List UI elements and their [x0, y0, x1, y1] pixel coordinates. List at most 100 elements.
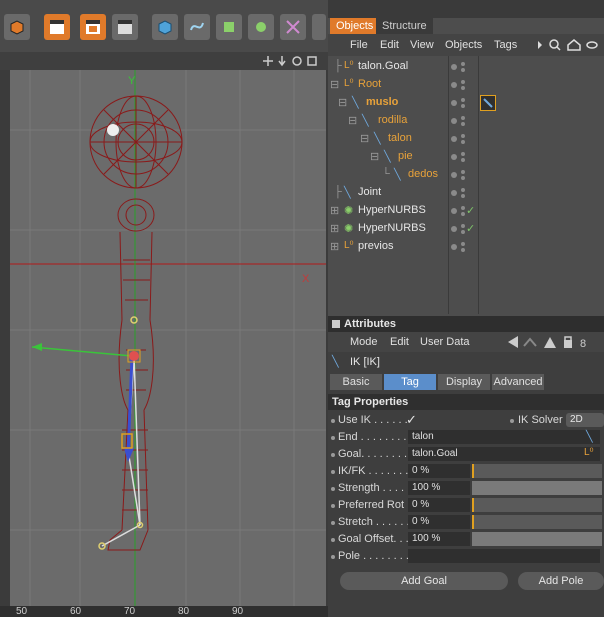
tab-advanced[interactable]: Advanced: [492, 374, 544, 390]
end-link-field[interactable]: talon: [408, 430, 600, 444]
tab-structure[interactable]: Structure: [376, 18, 433, 34]
menu-view[interactable]: View: [410, 39, 434, 51]
enabled-check-icon[interactable]: ✓: [466, 204, 475, 217]
stretch-slider[interactable]: [472, 515, 602, 529]
objects-menu-bar: File Edit View Objects Tags: [328, 34, 604, 56]
goal-link-field[interactable]: talon.Goal: [408, 447, 600, 461]
tab-basic[interactable]: Basic: [330, 374, 382, 390]
tab-tag[interactable]: Tag: [384, 374, 436, 390]
menu-user-data[interactable]: User Data: [420, 336, 470, 348]
joint-icon: ╲: [374, 133, 381, 145]
ik-fk-field[interactable]: 0 %: [408, 464, 470, 478]
ruler-tick: 80: [178, 606, 190, 617]
panel-grip-icon: [332, 320, 340, 328]
attributes-tabs: Basic Tag Display Advanced: [328, 374, 604, 392]
3d-viewport[interactable]: Y X: [10, 70, 326, 606]
ik-tag-icon: ╲: [332, 356, 339, 368]
goal-row: Goal. . . . . . . . . talon.Goal L⁰: [328, 446, 604, 463]
objects-search-home-icons[interactable]: [536, 39, 602, 51]
joint-icon: ╲: [352, 97, 359, 109]
ruler-tick: 60: [70, 606, 82, 617]
ik-fk-slider[interactable]: [472, 464, 602, 478]
y-axis-label: Y: [128, 75, 136, 87]
tree-item-joint[interactable]: ├ ╲ Joint: [328, 184, 604, 202]
main-toolbar: [0, 0, 328, 52]
null-object-icon: L⁰: [584, 447, 594, 458]
section-tag-properties: Tag Properties: [328, 394, 604, 410]
end-row: End . . . . . . . . . talon ╲: [328, 429, 604, 446]
deformer-icon[interactable]: [280, 14, 306, 40]
strength-field[interactable]: 100 %: [408, 481, 470, 495]
nurbs-icon[interactable]: [216, 14, 242, 40]
panel-tabbar: [328, 0, 604, 18]
render-settings-icon[interactable]: [112, 14, 138, 40]
attributes-menu-bar: Mode Edit User Data 8: [328, 332, 604, 352]
preferred-rot-slider[interactable]: [472, 498, 602, 512]
tree-item-hypernurbs-1[interactable]: ⊞ ✺ HyperNURBS ✓: [328, 202, 604, 220]
eye-marker: [107, 124, 119, 136]
array-icon[interactable]: [248, 14, 274, 40]
tree-item-talon[interactable]: ⊟ ╲ talon: [328, 130, 604, 148]
goal-offset-field[interactable]: 100 %: [408, 532, 470, 546]
joint-icon: ╲: [394, 169, 401, 181]
x-axis-label: X: [302, 273, 310, 285]
use-ik-row: Use IK . . . . . . ✓ IK Solver 2D: [328, 412, 604, 429]
pole-link-field[interactable]: [408, 549, 600, 563]
attributes-nav-icons[interactable]: 8: [506, 335, 602, 349]
viewport-canvas: Y X: [10, 70, 326, 606]
viewport-header: [0, 52, 328, 70]
stretch-field[interactable]: 0 %: [408, 515, 470, 529]
add-goal-button[interactable]: Add Goal: [340, 572, 508, 590]
goal-offset-slider[interactable]: [472, 532, 602, 546]
ik-fk-row: IK/FK . . . . . . . 0 %: [328, 463, 604, 480]
tree-item-pie[interactable]: ⊟ ╲ pie: [328, 148, 604, 166]
stretch-row: Stretch . . . . . . 0 %: [328, 514, 604, 531]
tree-item-previos[interactable]: ⊞ L⁰ previos: [328, 238, 604, 256]
render-picture-viewer-icon[interactable]: [80, 14, 106, 40]
timeline-ruler[interactable]: 50 60 70 80 90: [0, 606, 328, 617]
viewport-nav-icons[interactable]: [262, 55, 324, 67]
enabled-check-icon[interactable]: ✓: [466, 222, 475, 235]
menu-tags[interactable]: Tags: [494, 39, 517, 51]
cube-tool-icon[interactable]: [4, 14, 30, 40]
hypernurbs-icon: ✺: [344, 205, 354, 217]
tab-objects[interactable]: Objects: [330, 18, 380, 34]
tag-name: IK [IK]: [350, 356, 380, 368]
tag-name-row: ╲ IK [IK]: [328, 352, 604, 372]
render-view-icon[interactable]: [44, 14, 70, 40]
tree-item-talon-goal[interactable]: ├ L⁰ talon.Goal: [328, 58, 604, 76]
tree-item-rodilla[interactable]: ⊟ ╲ rodilla: [328, 112, 604, 130]
strength-row: Strength . . . . . 100 %: [328, 480, 604, 497]
scene-icon[interactable]: [312, 14, 326, 40]
hypernurbs-icon: ✺: [344, 223, 354, 235]
tree-item-muslo[interactable]: ⊟ ╲ muslo: [328, 94, 604, 112]
joint-icon: ╲: [344, 187, 351, 199]
spline-icon[interactable]: [184, 14, 210, 40]
menu-file[interactable]: File: [350, 39, 368, 51]
joint-icon: ╲: [362, 115, 369, 127]
ruler-tick: 70: [124, 606, 136, 617]
joint-icon: ╲: [586, 431, 593, 443]
pole-row: Pole . . . . . . . .: [328, 548, 604, 565]
attributes-header: Attributes: [328, 316, 604, 332]
tree-item-hypernurbs-2[interactable]: ⊞ ✺ HyperNURBS ✓: [328, 220, 604, 238]
goal-offset-row: Goal Offset. . . 100 %: [328, 531, 604, 548]
menu-mode[interactable]: Mode: [350, 336, 378, 348]
tree-item-dedos[interactable]: └ ╲ dedos: [328, 166, 604, 184]
menu-objects[interactable]: Objects: [445, 39, 482, 51]
joint-icon: ╲: [384, 151, 391, 163]
menu-edit[interactable]: Edit: [390, 336, 409, 348]
preferred-rot-field[interactable]: 0 %: [408, 498, 470, 512]
tab-display[interactable]: Display: [438, 374, 490, 390]
add-pole-button[interactable]: Add Pole: [518, 572, 604, 590]
ik-solver-select[interactable]: 2D: [566, 413, 604, 427]
ruler-tick: 90: [232, 606, 244, 617]
ruler-tick: 50: [16, 606, 28, 617]
strength-slider[interactable]: [472, 481, 602, 495]
primitive-cube-icon[interactable]: [152, 14, 178, 40]
tree-item-root[interactable]: ⊟ L⁰ Root: [328, 76, 604, 94]
use-ik-checkbox[interactable]: ✓: [406, 412, 417, 428]
preferred-rot-row: Preferred Rot 0 %: [328, 497, 604, 514]
menu-edit[interactable]: Edit: [380, 39, 399, 51]
ik-tag-icon[interactable]: [480, 95, 496, 111]
